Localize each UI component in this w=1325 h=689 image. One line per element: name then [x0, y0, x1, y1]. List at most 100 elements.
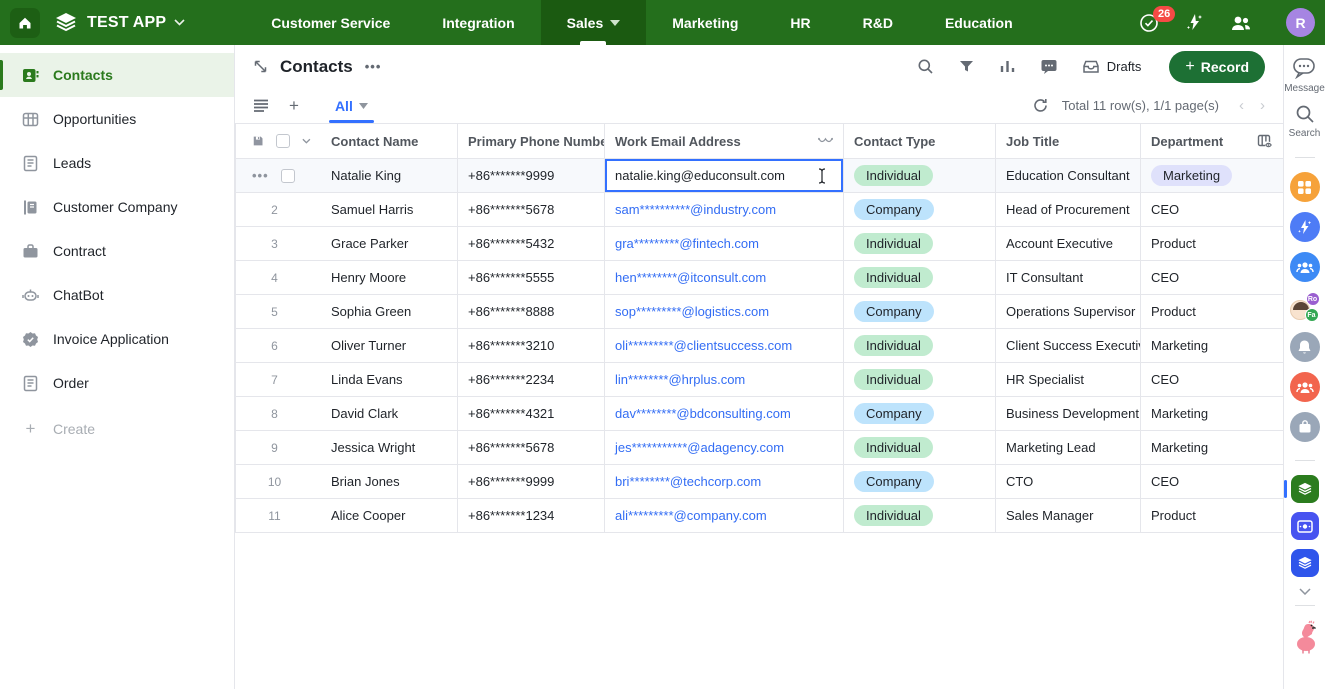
add-view-icon[interactable]: + — [289, 97, 299, 114]
cell-job-title[interactable]: IT Consultant — [996, 261, 1141, 294]
cell-job-title[interactable]: Marketing Lead — [996, 431, 1141, 464]
next-page-icon[interactable]: › — [1260, 97, 1265, 114]
prev-page-icon[interactable]: ‹ — [1239, 97, 1244, 114]
cell-department[interactable]: CEO — [1141, 261, 1284, 294]
table-row[interactable]: ••• 6 Oliver Turner +86*******3210 oli**… — [236, 329, 1283, 363]
cell-contact-name[interactable]: Linda Evans — [321, 363, 458, 396]
cell-email[interactable]: bri********@techcorp.com — [605, 465, 844, 498]
cell-contact-name[interactable]: Brian Jones — [321, 465, 458, 498]
cell-contact-type[interactable]: Individual — [844, 499, 996, 532]
cell-department[interactable]: CEO — [1141, 363, 1284, 396]
cell-email[interactable]: sam**********@industry.com — [605, 193, 844, 226]
cell-contact-type[interactable]: Company — [844, 193, 996, 226]
cell-email[interactable]: gra*********@fintech.com — [605, 227, 844, 260]
save-icon[interactable] — [252, 134, 264, 148]
cell-contact-name[interactable]: David Clark — [321, 397, 458, 430]
nav-tab-sales[interactable]: Sales — [541, 0, 647, 45]
drafts-button[interactable]: Drafts — [1082, 59, 1142, 74]
table-row[interactable]: ••• 11 Alice Cooper +86*******1234 ali**… — [236, 499, 1283, 533]
notifications-button[interactable] — [1290, 332, 1320, 362]
finance-app-button[interactable] — [1291, 512, 1319, 540]
messages-button[interactable]: Message — [1284, 57, 1325, 94]
table-row[interactable]: ••• 8 David Clark +86*******4321 dav****… — [236, 397, 1283, 431]
sidebar-item-opportunities[interactable]: Opportunities — [0, 97, 234, 141]
cell-department[interactable]: CEO — [1141, 465, 1284, 498]
table-row[interactable]: ••• 4 Henry Moore +86*******5555 hen****… — [236, 261, 1283, 295]
sidebar-item-chatbot[interactable]: ChatBot — [0, 273, 234, 317]
cell-contact-type[interactable]: Individual — [844, 329, 996, 362]
nav-tab-rd[interactable]: R&D — [837, 0, 919, 45]
table-row[interactable]: ••• 3 Grace Parker +86*******5432 gra***… — [236, 227, 1283, 261]
apps-grid-button[interactable] — [1290, 172, 1320, 202]
sidebar-item-order[interactable]: Order — [0, 361, 234, 405]
flamingo-sticker[interactable] — [1291, 620, 1319, 654]
column-header-contact-name[interactable]: Contact Name — [321, 124, 458, 158]
magic-sparkle-icon[interactable] — [1185, 13, 1204, 32]
app-title[interactable]: TEST APP — [87, 14, 166, 32]
cell-job-title[interactable]: CTO — [996, 465, 1141, 498]
sidebar-item-contacts[interactable]: Contacts — [0, 53, 234, 97]
table-row[interactable]: ••• 9 Jessica Wright +86*******5678 jes*… — [236, 431, 1283, 465]
email-link[interactable]: jes***********@adagency.com — [615, 440, 784, 455]
cell-job-title[interactable]: Operations Supervisor — [996, 295, 1141, 328]
column-header-email[interactable]: Work Email Address — [605, 124, 844, 158]
dock-search-button[interactable]: Search — [1289, 104, 1321, 139]
cell-contact-type[interactable]: Company — [844, 295, 996, 328]
view-tab-all[interactable]: All — [335, 88, 368, 123]
sidebar-item-customer-company[interactable]: Customer Company — [0, 185, 234, 229]
cell-job-title[interactable]: Sales Manager — [996, 499, 1141, 532]
cell-phone[interactable]: +86*******9999 — [458, 159, 605, 192]
cell-phone[interactable]: +86*******4321 — [458, 397, 605, 430]
email-link[interactable]: hen********@itconsult.com — [615, 270, 766, 285]
cell-job-title[interactable]: Client Success Executive — [996, 329, 1141, 362]
nav-tab-hr[interactable]: HR — [764, 0, 836, 45]
cell-email[interactable]: lin********@hrplus.com — [605, 363, 844, 396]
nav-tab-marketing[interactable]: Marketing — [646, 0, 764, 45]
cell-contact-type[interactable]: Individual — [844, 159, 996, 192]
column-header-phone[interactable]: Primary Phone Number — [458, 124, 605, 158]
cell-department[interactable]: Product — [1141, 499, 1284, 532]
expand-icon[interactable] — [253, 59, 268, 74]
cell-contact-name[interactable]: Henry Moore — [321, 261, 458, 294]
column-header-job-title[interactable]: Job Title — [996, 124, 1141, 158]
cell-contact-name[interactable]: Jessica Wright — [321, 431, 458, 464]
team-red-button[interactable] — [1290, 372, 1320, 402]
cell-contact-type[interactable]: Company — [844, 465, 996, 498]
table-row[interactable]: ••• 2 Samuel Harris +86*******5678 sam**… — [236, 193, 1283, 227]
home-button[interactable] — [10, 8, 40, 38]
cell-phone[interactable]: +86*******5432 — [458, 227, 605, 260]
cell-department[interactable]: Marketing — [1141, 329, 1284, 362]
cell-email[interactable]: dav********@bdconsulting.com — [605, 397, 844, 430]
filter-icon[interactable] — [958, 58, 975, 75]
cell-phone[interactable]: +86*******5555 — [458, 261, 605, 294]
cell-phone[interactable]: +86*******8888 — [458, 295, 605, 328]
workspace-bag-button[interactable] — [1290, 412, 1320, 442]
column-header-contact-type[interactable]: Contact Type — [844, 124, 996, 158]
team-blue-button[interactable] — [1290, 252, 1320, 282]
tasks-check-icon[interactable]: 26 — [1139, 13, 1159, 33]
comment-icon[interactable] — [1040, 58, 1058, 75]
cell-phone[interactable]: +86*******9999 — [458, 465, 605, 498]
cell-email[interactable]: ali*********@company.com — [605, 499, 844, 532]
email-link[interactable]: bri********@techcorp.com — [615, 474, 761, 489]
cell-contact-type[interactable]: Individual — [844, 431, 996, 464]
cell-phone[interactable]: +86*******2234 — [458, 363, 605, 396]
nav-tab-customer-service[interactable]: Customer Service — [245, 0, 416, 45]
table-row[interactable]: ••• 10 Brian Jones +86*******9999 bri***… — [236, 465, 1283, 499]
hidden-fields-icon[interactable] — [1257, 134, 1273, 149]
email-link[interactable]: sop*********@logistics.com — [615, 304, 769, 319]
cell-contact-name[interactable]: Samuel Harris — [321, 193, 458, 226]
email-link[interactable]: dav********@bdconsulting.com — [615, 406, 791, 421]
sidebar-create-button[interactable]: + Create — [0, 407, 234, 451]
cell-department[interactable]: Marketing — [1141, 431, 1284, 464]
cell-contact-name[interactable]: Oliver Turner — [321, 329, 458, 362]
cell-phone[interactable]: +86*******1234 — [458, 499, 605, 532]
add-record-button[interactable]: + Record — [1169, 51, 1265, 83]
cell-job-title[interactable]: Business Development Director — [996, 397, 1141, 430]
dock-expand-chevron-icon[interactable] — [1299, 588, 1311, 595]
cell-email[interactable]: sop*********@logistics.com — [605, 295, 844, 328]
cell-job-title[interactable]: Education Consultant — [996, 159, 1141, 192]
nav-tab-education[interactable]: Education — [919, 0, 1039, 45]
cell-email[interactable]: oli*********@clientsuccess.com — [605, 329, 844, 362]
cell-job-title[interactable]: Head of Procurement — [996, 193, 1141, 226]
